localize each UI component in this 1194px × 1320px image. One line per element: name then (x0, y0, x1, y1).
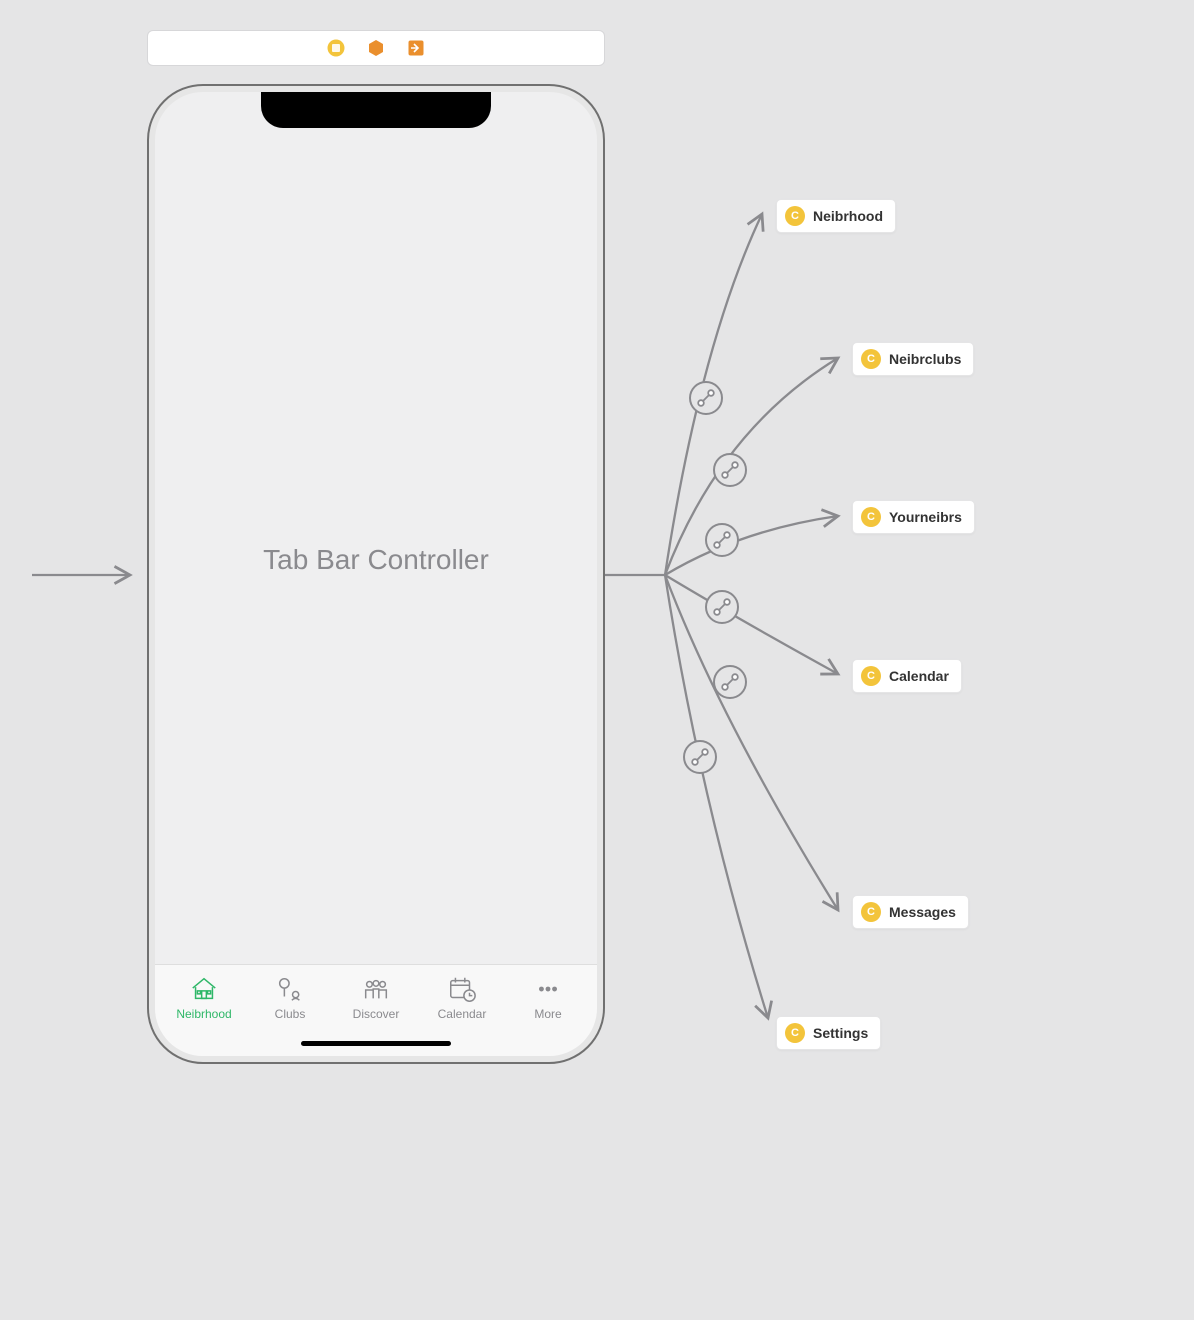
viewcontroller-icon: C (861, 902, 881, 922)
segue-3 (665, 516, 838, 575)
first-responder-icon (367, 39, 385, 57)
destination-label: Yourneibrs (889, 509, 962, 525)
destination-calendar[interactable]: C Calendar (852, 659, 962, 693)
home-indicator (301, 1041, 451, 1046)
destination-messages[interactable]: C Messages (852, 895, 969, 929)
tree-people-icon (274, 973, 306, 1005)
viewcontroller-icon: C (861, 349, 881, 369)
scene-toolbar[interactable] (147, 30, 605, 66)
segue-4 (665, 575, 838, 674)
segue-badge (684, 382, 746, 773)
destination-label: Messages (889, 904, 956, 920)
segue-5 (665, 575, 838, 910)
destination-yourneibrs[interactable]: C Yourneibrs (852, 500, 975, 534)
viewcontroller-icon: C (861, 507, 881, 527)
segue-1 (665, 214, 762, 575)
tab-calendar[interactable]: Calendar (419, 973, 505, 1021)
tab-label: Discover (353, 1007, 400, 1021)
destination-label: Settings (813, 1025, 868, 1041)
destination-settings[interactable]: C Settings (776, 1016, 881, 1050)
tab-label: Neibrhood (176, 1007, 231, 1021)
tab-label: More (534, 1007, 561, 1021)
people-group-icon (360, 973, 392, 1005)
house-icon (188, 973, 220, 1005)
calendar-clock-icon (446, 973, 478, 1005)
ellipsis-icon (532, 973, 564, 1005)
tab-discover[interactable]: Discover (333, 973, 419, 1021)
phone-screen: Tab Bar Controller Neibrhood Clubs (155, 92, 597, 1056)
tab-label: Clubs (275, 1007, 306, 1021)
destination-label: Neibrhood (813, 208, 883, 224)
tab-clubs[interactable]: Clubs (247, 973, 333, 1021)
tab-neibrhood[interactable]: Neibrhood (161, 973, 247, 1021)
exit-icon (407, 39, 425, 57)
viewcontroller-icon: C (861, 666, 881, 686)
segue-2 (665, 358, 838, 575)
viewcontroller-icon: C (785, 206, 805, 226)
tabbar-controller-icon (327, 39, 345, 57)
tabbar-controller-scene[interactable]: Tab Bar Controller Neibrhood Clubs (147, 84, 605, 1064)
scene-title: Tab Bar Controller (155, 544, 597, 576)
destination-label: Calendar (889, 668, 949, 684)
destination-neibrhood[interactable]: C Neibrhood (776, 199, 896, 233)
destination-label: Neibrclubs (889, 351, 961, 367)
tab-more[interactable]: More (505, 973, 591, 1021)
segue-6 (665, 575, 768, 1018)
viewcontroller-icon: C (785, 1023, 805, 1043)
tab-label: Calendar (438, 1007, 487, 1021)
device-notch (261, 92, 491, 128)
destination-neibrclubs[interactable]: C Neibrclubs (852, 342, 974, 376)
